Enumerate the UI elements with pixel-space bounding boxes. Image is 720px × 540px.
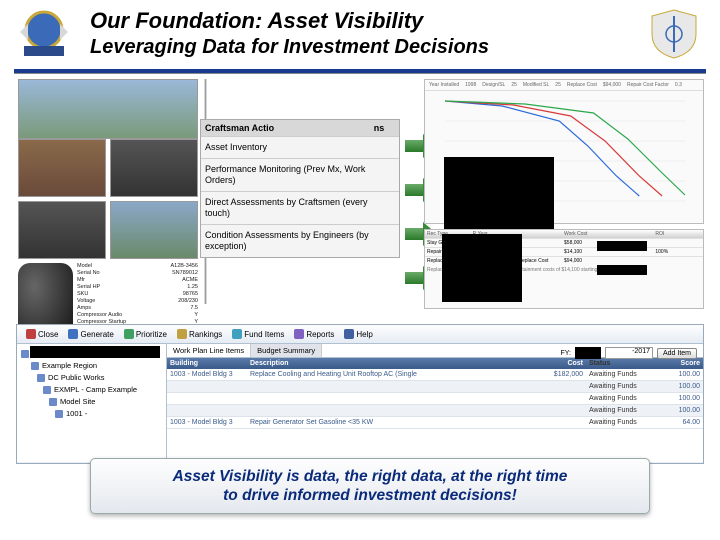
redaction-block xyxy=(442,234,522,302)
tool-label: Reports xyxy=(306,330,334,339)
tab-work-plan[interactable]: Work Plan Line Items xyxy=(167,344,251,357)
col-score: Score xyxy=(661,358,703,369)
action-row: Condition Assessments by Engineers (by e… xyxy=(201,224,399,257)
chart-params-bar: Year Installed1998 Design/SL25 Modified … xyxy=(425,80,703,91)
tool-label: Generate xyxy=(80,330,113,339)
spec-row: Serial NoSN789012 xyxy=(77,270,198,277)
grid-row[interactable]: Awaiting Funds100.00 xyxy=(167,405,703,417)
tool-label: Fund Items xyxy=(244,330,284,339)
redaction-block xyxy=(444,157,554,229)
add-item-button[interactable]: Add Item xyxy=(657,348,697,359)
close-button[interactable]: Close xyxy=(23,328,61,340)
col-building: Building xyxy=(167,358,247,369)
spec-row: SKU98765 xyxy=(77,291,198,298)
redaction-block xyxy=(575,347,601,359)
work-area: Work Plan Line Items Budget Summary FY: … xyxy=(167,344,703,462)
col-description: Description xyxy=(247,358,531,369)
tool-label: Close xyxy=(38,330,58,339)
craftsman-header-right: ns xyxy=(359,120,399,136)
page-subtitle: Leveraging Data for Investment Decisions xyxy=(90,36,630,59)
photo-electrical-panel xyxy=(110,139,198,197)
work-planner-window: Close Generate Prioritize Rankings Fund Item… xyxy=(16,324,704,464)
spec-row: Amps7.5 xyxy=(77,305,198,312)
funditems-icon xyxy=(232,329,242,339)
folder-icon xyxy=(31,362,39,370)
prioritize-button[interactable]: Prioritize xyxy=(121,328,170,340)
folder-icon xyxy=(21,350,29,358)
tab-budget-summary[interactable]: Budget Summary xyxy=(251,344,322,357)
tree-label: EXMPL - Camp Example xyxy=(54,384,137,396)
tree-item[interactable]: EXMPL - Camp Example xyxy=(21,384,162,396)
photo-piping xyxy=(110,201,198,259)
action-row: Asset Inventory xyxy=(201,136,399,158)
craftsman-actions-table: Craftsman Actio ns Asset Inventory Perfo… xyxy=(200,119,400,258)
tree-item[interactable]: 1001 - xyxy=(21,408,162,420)
spec-row: Compressor AudioY xyxy=(77,312,198,319)
photo-valves xyxy=(18,201,106,259)
grid-row[interactable]: 1003 - Model Bldg 3Replace Cooling and H… xyxy=(167,369,703,381)
callout-banner: Asset Visibility is data, the right data… xyxy=(90,458,650,514)
tool-label: Rankings xyxy=(189,330,222,339)
redaction-block xyxy=(30,346,160,358)
work-items-grid: Building Description Cost Status Score 1… xyxy=(167,358,703,429)
craftsman-header-left: Craftsman Actio xyxy=(201,120,359,136)
tool-label: Prioritize xyxy=(136,330,167,339)
grid-row[interactable]: Awaiting Funds100.00 xyxy=(167,393,703,405)
photo-building-exterior xyxy=(18,79,198,139)
redaction-block xyxy=(597,241,647,251)
tool-label: Help xyxy=(356,330,372,339)
tree-label: Model Site xyxy=(60,396,95,408)
action-row: Performance Monitoring (Prev Mx, Work Or… xyxy=(201,158,399,191)
folder-icon xyxy=(37,374,45,382)
logo-right-shield xyxy=(646,6,702,62)
redaction-block xyxy=(597,265,647,275)
folder-icon xyxy=(49,398,57,406)
header-divider xyxy=(14,69,706,73)
tree-label: 1001 - xyxy=(66,408,87,420)
rankings-button[interactable]: Rankings xyxy=(174,328,225,340)
tree-item[interactable]: Example Region xyxy=(21,360,162,372)
help-icon xyxy=(344,329,354,339)
fy-label: FY: xyxy=(560,350,571,357)
photo-hvac-coils xyxy=(18,139,106,197)
planner-tabs: Work Plan Line Items Budget Summary FY: … xyxy=(167,344,703,358)
close-icon xyxy=(26,329,36,339)
callout-line2: to drive informed investment decisions! xyxy=(101,486,639,505)
spec-row: ModelA12B-3456 xyxy=(77,263,198,270)
generate-icon xyxy=(68,329,78,339)
folder-icon xyxy=(55,410,63,418)
tree-label: Example Region xyxy=(42,360,97,372)
generate-button[interactable]: Generate xyxy=(65,328,116,340)
rankings-icon xyxy=(177,329,187,339)
logo-left-shield xyxy=(16,6,72,62)
action-row: Direct Assessments by Craftsmen (every t… xyxy=(201,191,399,224)
tree-item[interactable]: DC Public Works xyxy=(21,372,162,384)
spec-row: MfrACME xyxy=(77,277,198,284)
grid-row[interactable]: Awaiting Funds100.00 xyxy=(167,381,703,393)
folder-icon xyxy=(43,386,51,394)
spec-row: Serial HP1.25 xyxy=(77,284,198,291)
tree-item[interactable]: Model Site xyxy=(21,396,162,408)
col-cost: Cost xyxy=(531,358,586,369)
page-title: Our Foundation: Asset Visibility xyxy=(90,8,630,34)
grid-row[interactable]: 1003 - Model Bldg 3Repair Generator Set … xyxy=(167,417,703,429)
fy-input[interactable]: -2017 xyxy=(605,347,653,359)
reports-button[interactable]: Reports xyxy=(291,328,337,340)
callout-line1: Asset Visibility is data, the right data… xyxy=(101,467,639,486)
spec-row: Voltage208/230 xyxy=(77,298,198,305)
agency-tree[interactable]: Example Agency Example RegionDC Public W… xyxy=(17,344,167,462)
prioritize-icon xyxy=(124,329,134,339)
reports-icon xyxy=(294,329,304,339)
planner-toolbar: Close Generate Prioritize Rankings Fund Item… xyxy=(17,325,703,344)
funditems-button[interactable]: Fund Items xyxy=(229,328,287,340)
tree-label: DC Public Works xyxy=(48,372,105,384)
help-button[interactable]: Help xyxy=(341,328,375,340)
col-status: Status xyxy=(586,358,661,369)
asset-photos-column: ModelA12B-3456Serial NoSN789012MfrACMESe… xyxy=(18,79,198,354)
